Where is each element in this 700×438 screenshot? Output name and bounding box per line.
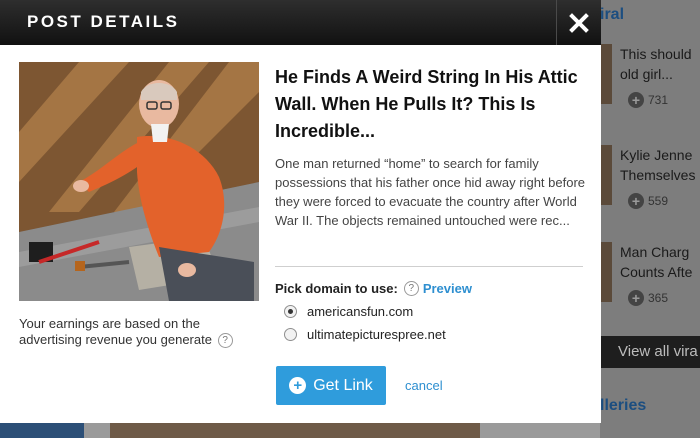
close-icon [569, 12, 589, 33]
radio-selected-icon[interactable] [284, 305, 297, 318]
background-item-title: Man Charg Counts Afte [620, 244, 693, 280]
preview-link[interactable]: Preview [423, 281, 472, 296]
modal-title: POST DETAILS [27, 12, 180, 31]
background-view-all: View all vira [600, 336, 700, 368]
get-link-button[interactable]: + Get Link [276, 366, 386, 405]
domain-picker-header: Pick domain to use: ? Preview [275, 281, 472, 296]
domain-option-americansfun[interactable]: americansfun.com [284, 304, 413, 319]
domain-label: Pick domain to use: [275, 281, 398, 296]
background-list-item: Man Charg Counts Afte + 365 [600, 242, 700, 334]
help-icon[interactable]: ? [217, 333, 233, 349]
post-details-modal: POST DETAILS Your earnings are based on … [0, 0, 601, 423]
plus-icon: + [628, 193, 644, 209]
background-list-item: This should old girl... + 731 [600, 44, 700, 136]
background-sidebar-heading: iral [600, 6, 625, 23]
divider [275, 266, 583, 267]
get-link-label: Get Link [313, 376, 373, 394]
background-list-item: Kylie Jenne Themselves + 559 [600, 145, 700, 237]
cancel-link[interactable]: cancel [405, 378, 443, 393]
plus-icon: + [628, 290, 644, 306]
background-item-count: + 365 [628, 290, 668, 306]
background-item-title: This should old girl... [620, 46, 692, 82]
background-thumbnail [600, 44, 612, 104]
background-thumbnail [600, 242, 612, 302]
post-excerpt: One man returned “home” to search for fa… [275, 156, 586, 228]
plus-icon: + [628, 92, 644, 108]
domain-option-label: americansfun.com [307, 304, 414, 319]
background-image-strip [110, 422, 480, 438]
background-galleries-heading: lleries [600, 397, 647, 414]
background-item-title: Kylie Jenne Themselves [620, 147, 696, 183]
background-item-count: + 731 [628, 92, 668, 108]
background-image-strip [0, 422, 84, 438]
earnings-note: Your earnings are based on the advertisi… [19, 316, 259, 349]
background-thumbnail [600, 145, 612, 205]
domain-option-ultimatepicturespree[interactable]: ultimatepicturespree.net [284, 327, 446, 342]
background-item-count: + 559 [628, 193, 668, 209]
plus-circle-icon: + [289, 377, 307, 394]
help-icon[interactable]: ? [403, 281, 419, 296]
domain-option-label: ultimatepicturespree.net [307, 327, 446, 342]
post-image[interactable] [19, 62, 259, 301]
close-button[interactable] [556, 0, 601, 45]
post-title: He Finds A Weird String In His Attic Wal… [275, 67, 578, 141]
radio-unselected-icon[interactable] [284, 328, 297, 341]
modal-header: POST DETAILS [0, 0, 601, 45]
